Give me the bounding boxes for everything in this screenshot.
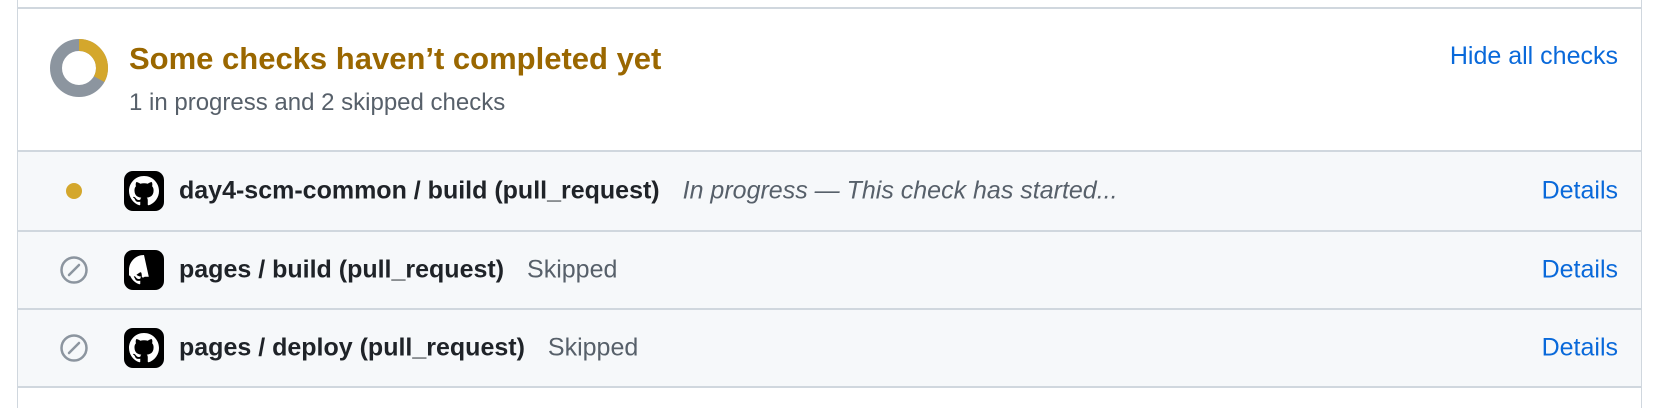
checks-panel: Some checks haven’t completed yet 1 in p…: [17, 0, 1642, 408]
details-link[interactable]: Details: [1542, 256, 1618, 285]
skip-circle-slash-icon: [58, 332, 90, 364]
check-description: Skipped: [547, 333, 639, 362]
status-ring-icon: [50, 39, 108, 97]
github-mark-icon: [124, 328, 164, 368]
check-row: pages / build (pull_request) Skipped Det…: [18, 232, 1641, 310]
check-row: day4-scm-common / build (pull_request) I…: [18, 152, 1641, 232]
check-description: Skipped: [527, 255, 618, 284]
check-name[interactable]: pages / build (pull_request): [179, 256, 504, 285]
details-link[interactable]: Details: [1542, 177, 1618, 206]
skip-circle-slash-icon: [58, 254, 90, 286]
pending-dot-icon: [58, 175, 90, 207]
check-name[interactable]: day4-scm-common / build (pull_request): [179, 177, 660, 206]
details-link[interactable]: Details: [1542, 334, 1618, 363]
github-mark-icon: [124, 171, 164, 211]
check-description: In progress — This check has started...: [682, 176, 1118, 205]
github-mark-icon: [124, 250, 164, 290]
check-row: pages / deploy (pull_request) Skipped De…: [18, 310, 1641, 388]
summary-title: Some checks haven’t completed yet: [129, 41, 662, 76]
check-name[interactable]: pages / deploy (pull_request): [179, 334, 525, 363]
summary-subtitle: 1 in progress and 2 skipped checks: [129, 89, 506, 116]
checks-summary: Some checks haven’t completed yet 1 in p…: [18, 9, 1641, 152]
hide-all-checks-link[interactable]: Hide all checks: [1450, 42, 1618, 71]
